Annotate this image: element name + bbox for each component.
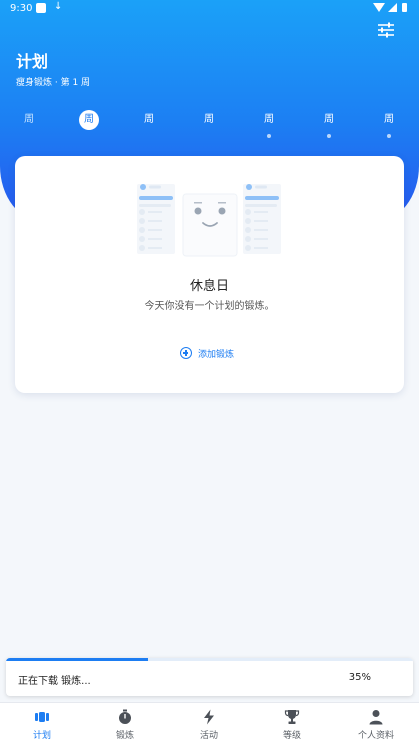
week-day-label: 周 bbox=[144, 114, 154, 125]
tab-label: 等级 bbox=[282, 731, 301, 741]
plan-subtitle: 瘦身锻炼 · 第 1 周 bbox=[16, 78, 91, 88]
sleeping-plan-illustration-icon bbox=[137, 180, 283, 260]
download-percent: 35% bbox=[348, 672, 371, 683]
tab-activity[interactable]: 活动 bbox=[174, 709, 244, 741]
week-day-label: 周 bbox=[204, 114, 214, 125]
bolt-icon bbox=[201, 709, 217, 725]
week-day-label: 周 bbox=[324, 114, 334, 125]
trophy-icon bbox=[284, 709, 300, 725]
week-day-2[interactable]: 周 bbox=[74, 110, 104, 140]
tab-label: 计划 bbox=[32, 731, 51, 741]
workout-dot bbox=[267, 134, 271, 138]
week-day-7[interactable]: 周 bbox=[374, 110, 404, 140]
plus-circle-icon bbox=[180, 347, 192, 359]
bottom-tab-bar: 计划 锻炼 活动 等级 个人资料 bbox=[0, 702, 419, 745]
week-day-label: 周 bbox=[79, 110, 99, 130]
sliders-icon[interactable] bbox=[376, 22, 396, 38]
status-bar: 9:30 ↓ bbox=[0, 0, 419, 18]
week-day-1[interactable]: 周 bbox=[14, 110, 44, 140]
download-progress-fill bbox=[6, 658, 149, 661]
week-day-5[interactable]: 周 bbox=[254, 110, 284, 140]
rest-day-description: 今天你没有一个计划的锻炼。 bbox=[144, 301, 275, 312]
week-day-selector: 周 周 周 周 周 周 周 bbox=[0, 110, 419, 142]
rest-day-card: 休息日 今天你没有一个计划的锻炼。 添加锻炼 bbox=[15, 156, 404, 393]
week-day-6[interactable]: 周 bbox=[314, 110, 344, 140]
week-day-label: 周 bbox=[24, 114, 34, 125]
download-progress-banner: 正在下载 锻炼... 35% bbox=[6, 658, 413, 696]
workout-dot bbox=[327, 134, 331, 138]
week-day-label: 周 bbox=[384, 114, 394, 125]
week-day-label: 周 bbox=[264, 114, 274, 125]
battery-icon bbox=[402, 3, 407, 12]
download-status-icon: ↓ bbox=[54, 1, 63, 12]
stopwatch-icon bbox=[117, 709, 133, 725]
add-workout-label: 添加锻炼 bbox=[198, 349, 235, 360]
tab-label: 锻炼 bbox=[115, 731, 134, 741]
add-workout-button[interactable]: 添加锻炼 bbox=[180, 345, 234, 361]
page-title: 计划 bbox=[16, 52, 49, 71]
week-day-3[interactable]: 周 bbox=[134, 110, 164, 140]
tab-plan[interactable]: 计划 bbox=[7, 709, 77, 741]
tab-level[interactable]: 等级 bbox=[257, 709, 327, 741]
status-time: 9:30 bbox=[10, 3, 33, 14]
week-day-4[interactable]: 周 bbox=[194, 110, 224, 140]
plan-icon bbox=[34, 709, 50, 725]
workout-dot bbox=[387, 134, 391, 138]
sim-card-icon bbox=[36, 3, 46, 13]
tab-label: 活动 bbox=[199, 731, 218, 741]
download-message: 正在下载 锻炼... bbox=[18, 676, 91, 687]
tab-label: 个人资料 bbox=[357, 731, 394, 741]
rest-day-title: 休息日 bbox=[189, 279, 229, 294]
tab-workouts[interactable]: 锻炼 bbox=[90, 709, 160, 741]
person-icon bbox=[368, 709, 384, 725]
tab-profile[interactable]: 个人资料 bbox=[341, 709, 411, 741]
signal-icon bbox=[388, 3, 397, 12]
wifi-icon bbox=[373, 3, 385, 12]
